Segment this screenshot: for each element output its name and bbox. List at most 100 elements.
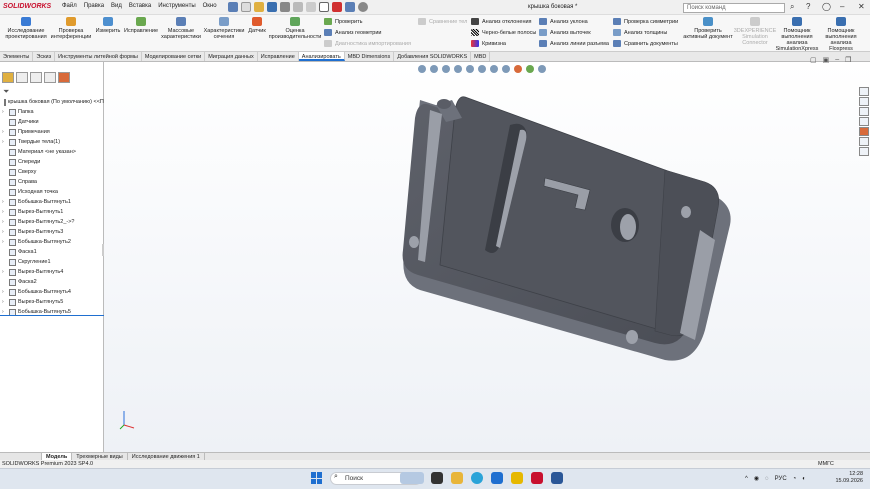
open-icon[interactable] bbox=[254, 2, 264, 12]
new-icon[interactable] bbox=[241, 2, 251, 12]
expand-arrow-icon[interactable]: › bbox=[2, 267, 7, 277]
tab-nav-arrows[interactable] bbox=[0, 453, 42, 460]
dimxpert-tab-icon[interactable] bbox=[44, 72, 56, 83]
widgets-icon[interactable] bbox=[400, 472, 424, 484]
volume-icon[interactable]: ◐ bbox=[802, 476, 806, 482]
tab-solidworks-addins[interactable]: Добавления SOLIDWORKS bbox=[394, 52, 472, 61]
file-properties-icon[interactable] bbox=[345, 2, 355, 12]
app-yellow-icon[interactable] bbox=[511, 472, 523, 484]
configuration-manager-tab-icon[interactable] bbox=[30, 72, 42, 83]
display-manager-tab-icon[interactable] bbox=[58, 72, 70, 83]
expand-arrow-icon[interactable]: › bbox=[2, 237, 7, 247]
geometry-analysis-button[interactable]: Анализ геометрии bbox=[324, 29, 411, 36]
menu-file[interactable]: Файл bbox=[62, 3, 77, 9]
tab-mbd-dimensions[interactable]: MBD Dimensions bbox=[345, 52, 395, 61]
tree-item[interactable]: › Твердые тела(1) bbox=[2, 137, 104, 147]
help-icon[interactable]: ? bbox=[806, 2, 810, 11]
import-diagnostics-button[interactable]: Диагностика импортирования bbox=[324, 40, 411, 47]
tree-item[interactable]: › Вырез-Вытянуть2_->? bbox=[2, 217, 104, 227]
save-icon[interactable] bbox=[267, 2, 277, 12]
file-explorer-app-icon[interactable] bbox=[451, 472, 463, 484]
tree-item[interactable]: › Папка bbox=[2, 107, 104, 117]
expand-arrow-icon[interactable]: › bbox=[2, 227, 7, 237]
rebuild-icon[interactable] bbox=[332, 2, 342, 12]
close-icon[interactable]: ✕ bbox=[858, 2, 865, 11]
menu-tools[interactable]: Инструменты bbox=[158, 3, 195, 9]
tab-mesh-modeling[interactable]: Моделирование сетки bbox=[142, 52, 206, 61]
tab-mold-tools[interactable]: Инструменты литейной формы bbox=[55, 52, 142, 61]
task-view-icon[interactable] bbox=[431, 472, 443, 484]
performance-evaluation-button[interactable]: Оценка производительности bbox=[269, 17, 321, 40]
redo-icon[interactable] bbox=[306, 2, 316, 12]
draft-analysis-button[interactable]: Анализ уклона bbox=[539, 18, 609, 25]
solidworks-logo[interactable]: SOLIDWORKS bbox=[3, 3, 51, 10]
tab-data-migration[interactable]: Миграция данных bbox=[205, 52, 258, 61]
thickness-analysis-button[interactable]: Анализ толщины bbox=[613, 29, 678, 36]
symmetry-check-button[interactable]: Проверка симметрии bbox=[613, 18, 678, 25]
expand-arrow-icon[interactable]: › bbox=[2, 137, 7, 147]
menu-insert[interactable]: Вставка bbox=[129, 3, 151, 9]
part-model[interactable] bbox=[104, 62, 870, 452]
expand-arrow-icon[interactable]: › bbox=[2, 207, 7, 217]
undo-icon[interactable] bbox=[293, 2, 303, 12]
tray-expand-icon[interactable]: ^ bbox=[745, 476, 748, 482]
tree-item[interactable]: › Вырез-Вытянуть4 bbox=[2, 267, 104, 277]
units-selector[interactable]: ММГС bbox=[818, 460, 834, 468]
search-icon[interactable]: ⌕ bbox=[790, 2, 794, 12]
compare-bodies-button[interactable]: Сравнение тел bbox=[418, 18, 467, 25]
expand-arrow-icon[interactable]: › bbox=[2, 217, 7, 227]
tree-item[interactable]: Спереди bbox=[2, 157, 104, 167]
zebra-stripes-button[interactable]: Черно-белые полосы bbox=[471, 29, 536, 36]
simulationxpress-button[interactable]: Помощник выполнения анализа SimulationXp… bbox=[776, 17, 818, 52]
tree-item[interactable]: Сверху bbox=[2, 167, 104, 177]
expand-arrow-icon[interactable]: › bbox=[2, 107, 7, 117]
tree-item[interactable]: Справа bbox=[2, 177, 104, 187]
tab-mbd[interactable]: MBD bbox=[471, 52, 491, 61]
parting-line-analysis-button[interactable]: Анализ линии разъема bbox=[539, 40, 609, 47]
compare-documents-button[interactable]: Сравнить документы bbox=[613, 40, 678, 47]
floxpress-button[interactable]: Помощник выполнения анализа Floxpress bbox=[820, 17, 862, 52]
menu-window[interactable]: Окно bbox=[203, 3, 217, 9]
search-commands-input[interactable]: Поиск команд bbox=[683, 3, 785, 13]
tab-motion-study[interactable]: Исследование движения 1 bbox=[128, 453, 205, 460]
taskbar-clock[interactable]: 12:28 15.09.2026 bbox=[833, 471, 863, 485]
tree-item[interactable]: › Примечания bbox=[2, 127, 104, 137]
tab-model[interactable]: Модель bbox=[42, 453, 73, 460]
windows-start-icon[interactable] bbox=[311, 472, 323, 484]
interference-button[interactable]: Проверка интерференции bbox=[50, 17, 92, 40]
sensor-button[interactable]: Датчик bbox=[246, 17, 268, 34]
select-icon[interactable] bbox=[319, 2, 329, 12]
word-icon[interactable] bbox=[551, 472, 563, 484]
expand-arrow-icon[interactable]: › bbox=[2, 287, 7, 297]
tab-3d-views[interactable]: Трехмерные виды bbox=[72, 453, 128, 460]
tab-features[interactable]: Элементы bbox=[0, 52, 34, 61]
menu-edit[interactable]: Правка bbox=[84, 3, 104, 9]
check-active-document-button[interactable]: Проверить активный документ bbox=[683, 17, 733, 40]
print-icon[interactable] bbox=[280, 2, 290, 12]
design-study-button[interactable]: Исследование проектирования bbox=[4, 17, 48, 40]
feature-manager-tab-icon[interactable] bbox=[2, 72, 14, 83]
expand-arrow-icon[interactable]: › bbox=[2, 297, 7, 307]
tree-item[interactable]: Фаска1 bbox=[2, 247, 104, 257]
tray-app-icon[interactable]: ◉ bbox=[754, 475, 759, 482]
tree-root-part[interactable]: крышка боковая (По умолчанию) <<По у bbox=[2, 97, 111, 107]
edge-icon[interactable] bbox=[471, 472, 483, 484]
tab-repair[interactable]: Исправление bbox=[258, 52, 299, 61]
property-manager-tab-icon[interactable] bbox=[16, 72, 28, 83]
options-icon[interactable] bbox=[358, 2, 368, 12]
tree-item[interactable]: › Бобышка-Вытянуть2 bbox=[2, 237, 104, 247]
curvature-button[interactable]: Кривизна bbox=[471, 40, 536, 47]
section-properties-button[interactable]: Характеристики сечения bbox=[203, 17, 245, 40]
expand-arrow-icon[interactable]: › bbox=[2, 127, 7, 137]
filter-icon[interactable]: ⏷ bbox=[3, 87, 9, 97]
tree-item[interactable]: Скругление1 bbox=[2, 257, 104, 267]
minimize-icon[interactable]: – bbox=[840, 2, 844, 11]
tree-item[interactable]: Фаска2 bbox=[2, 277, 104, 287]
expand-arrow-icon[interactable]: › bbox=[2, 197, 7, 207]
menu-view[interactable]: Вид bbox=[111, 3, 122, 9]
check-button[interactable]: Проверить bbox=[324, 18, 411, 25]
rollback-bar[interactable] bbox=[0, 315, 104, 316]
tab-sketch[interactable]: Эскиз bbox=[33, 52, 56, 61]
tree-item[interactable]: › Вырез-Вытянуть5 bbox=[2, 297, 104, 307]
wifi-icon[interactable]: ◔ bbox=[793, 476, 797, 482]
